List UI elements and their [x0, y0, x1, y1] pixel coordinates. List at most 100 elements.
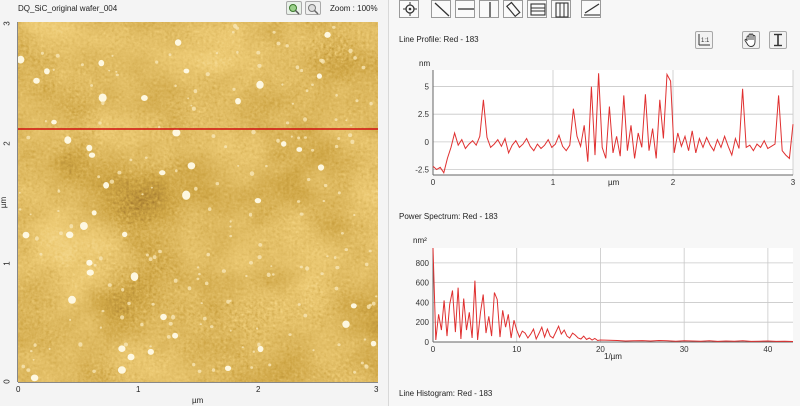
afm-particle [171, 314, 176, 320]
afm-particle [248, 212, 253, 217]
zoom-in-button[interactable] [286, 1, 302, 15]
afm-particle [30, 374, 39, 382]
afm-particle [130, 272, 139, 281]
hand-icon [744, 33, 756, 47]
settings-icon [403, 2, 417, 16]
afm-particle [276, 138, 280, 143]
afm-particle [300, 68, 304, 73]
afm-particle [202, 316, 207, 321]
afm-particle [26, 135, 31, 140]
afm-particle [257, 345, 264, 353]
crossed-line-button[interactable] [581, 0, 601, 18]
afm-particle [48, 347, 51, 350]
pan-button[interactable] [742, 31, 760, 49]
afm-particle [305, 266, 310, 271]
afm-particle [291, 102, 294, 105]
y-tick-label: 200 [416, 318, 430, 327]
afm-particle [340, 232, 344, 235]
afm-particle [257, 63, 262, 68]
afm-particle [317, 164, 325, 171]
afm-particle [229, 225, 232, 228]
scale-1-1-button[interactable]: 1:1 [695, 31, 713, 49]
y-tick-label: 0 [425, 138, 430, 147]
afm-particle [101, 101, 105, 105]
afm-particle [211, 368, 216, 372]
afm-particle [39, 252, 43, 256]
afm-particle [281, 83, 284, 86]
afm-particle [80, 63, 84, 67]
afm-particle [326, 255, 329, 258]
horizontal-split-icon [530, 3, 546, 16]
afm-particle [371, 301, 376, 306]
afm-particle [237, 164, 240, 167]
afm-particle [256, 80, 264, 89]
afm-particle [147, 348, 154, 355]
afm-particle [191, 106, 196, 111]
afm-particle [241, 346, 244, 349]
afm-particle [187, 286, 192, 291]
cursor-button[interactable] [769, 31, 787, 49]
afm-particle [353, 213, 356, 217]
afm-particle [285, 44, 289, 48]
vertical-split-button[interactable] [551, 0, 571, 18]
afm-particle [145, 253, 149, 257]
diagonal-tool-button[interactable] [503, 0, 523, 18]
line-tool-button[interactable] [431, 0, 451, 18]
afm-particle [311, 83, 314, 87]
x-tick-label: 30 [680, 345, 689, 354]
afm-particle [175, 169, 178, 173]
horizontal-line-button[interactable] [455, 0, 475, 18]
afm-particle [199, 323, 202, 326]
afm-particle [337, 343, 341, 347]
afm-particle [254, 198, 262, 204]
afm-particle [44, 120, 47, 123]
image-title: DQ_SiC_original wafer_004 [18, 4, 118, 13]
afm-particle [59, 231, 63, 235]
afm-particle [311, 148, 315, 152]
power-spectrum-chart[interactable]: 80060040020000 10 20 30 40 [389, 240, 800, 375]
afm-particle [66, 231, 74, 239]
afm-particle [57, 209, 60, 213]
afm-particle [305, 89, 309, 93]
afm-image[interactable] [18, 22, 378, 382]
afm-particle [332, 25, 336, 29]
afm-particle [108, 69, 111, 72]
power-spectrum-title: Power Spectrum: Red - 183 [399, 212, 498, 221]
afm-particle [206, 252, 210, 257]
afm-particle [337, 191, 341, 195]
afm-particle [204, 281, 209, 286]
x-tick-label: 1 [136, 385, 141, 394]
y-axis-label: µm [0, 196, 9, 209]
afm-particle [334, 286, 339, 291]
afm-particle [127, 353, 135, 361]
y-tick-label: 2.5 [418, 110, 430, 119]
afm-particle [86, 259, 93, 266]
afm-particle [183, 68, 190, 74]
afm-particle [93, 263, 97, 267]
zoom-out-button[interactable] [305, 1, 321, 15]
afm-particle [99, 326, 102, 329]
afm-particle [174, 84, 177, 88]
afm-particle [215, 52, 219, 55]
horizontal-split-button[interactable] [527, 0, 547, 18]
afm-particle [375, 295, 378, 298]
afm-particle [91, 210, 97, 216]
afm-particle [348, 48, 353, 54]
afm-particle [101, 309, 105, 313]
afm-particle [103, 182, 110, 189]
afm-particle [303, 136, 307, 139]
afm-particle [18, 191, 21, 194]
line-profile-chart[interactable]: 52.50-2.50 1 2 3 [389, 60, 800, 195]
settings-button[interactable] [399, 0, 419, 18]
afm-particle [121, 288, 125, 292]
magnifier-icon [289, 4, 300, 15]
analysis-panel: Line Profile: Red - 183 1:1 nm 5 2.5 0 -2.5… [388, 0, 800, 406]
scale-icon: 1:1 [698, 34, 710, 46]
afm-particle [98, 93, 107, 103]
afm-particle [252, 350, 255, 353]
vertical-line-button[interactable] [479, 0, 499, 18]
afm-particle [33, 343, 37, 347]
x-tick-label: 0 [431, 178, 436, 187]
afm-particle [335, 93, 338, 97]
afm-particle [200, 302, 203, 305]
